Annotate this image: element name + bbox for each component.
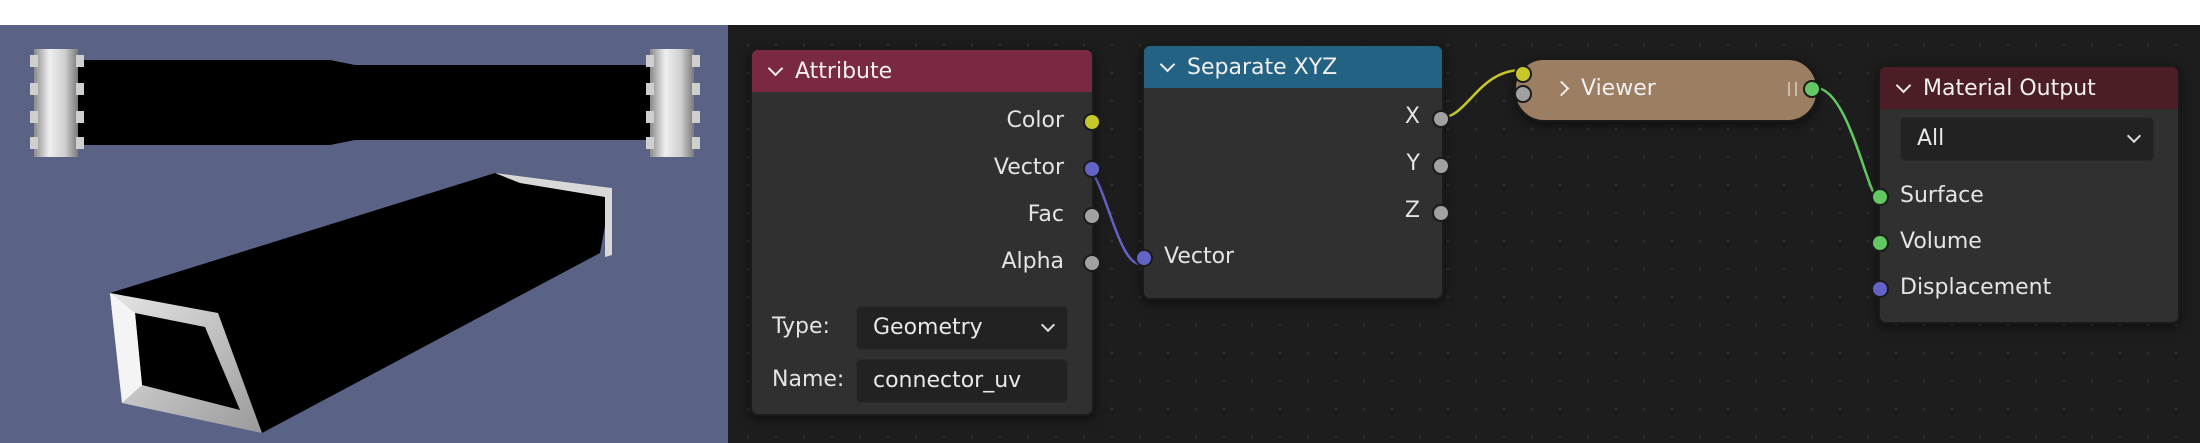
chevron-down-icon[interactable] — [1159, 56, 1176, 72]
type-dropdown[interactable]: Geometry — [856, 306, 1068, 350]
viewer-node[interactable]: Viewer — [1514, 58, 1821, 122]
input-label-volume: Volume — [1900, 229, 1982, 254]
input-label-vector: Vector — [1164, 244, 1235, 269]
chevron-down-icon — [1040, 317, 1056, 333]
chevron-right-icon[interactable] — [1553, 80, 1570, 96]
socket-x-output[interactable] — [1432, 110, 1450, 128]
viewer-node-title: Viewer — [1581, 75, 1656, 101]
output-label-x: X — [1404, 104, 1420, 129]
type-dropdown-value: Geometry — [873, 315, 983, 340]
name-input-value: connector_uv — [873, 368, 1022, 393]
grip-handle-icon — [1788, 82, 1797, 96]
type-label: Type: — [772, 314, 830, 339]
upper-beam-mesh — [30, 49, 700, 157]
socket-alpha-output[interactable] — [1083, 254, 1101, 272]
socket-vector-input[interactable] — [1135, 249, 1153, 267]
material-output-node-title: Material Output — [1923, 75, 2096, 101]
material-output-node-header[interactable]: Material Output — [1880, 67, 2178, 109]
link-x — [1439, 68, 1523, 120]
socket-viewer-output[interactable] — [1803, 80, 1821, 98]
separate-xyz-node-title: Separate XYZ — [1187, 54, 1338, 80]
socket-z-output[interactable] — [1432, 204, 1450, 222]
target-dropdown-value: All — [1917, 126, 1945, 151]
socket-viewer-value-input[interactable] — [1514, 65, 1532, 83]
chevron-down-icon[interactable] — [1895, 77, 1912, 93]
link-viewer-surface — [1815, 86, 1878, 197]
viewer-node-header[interactable]: Viewer — [1516, 60, 1816, 116]
output-label-vector: Vector — [993, 155, 1064, 180]
3d-viewport[interactable] — [0, 25, 728, 443]
name-label: Name: — [772, 367, 845, 392]
output-label-alpha: Alpha — [1001, 249, 1064, 274]
chevron-down-icon — [2126, 128, 2142, 144]
output-label-color: Color — [1006, 108, 1064, 133]
output-label-fac: Fac — [1027, 202, 1064, 227]
socket-surface-input[interactable] — [1871, 188, 1889, 206]
input-label-displacement: Displacement — [1900, 275, 2052, 300]
material-output-node[interactable]: Material Output All Surface Volume Displ… — [1871, 65, 2180, 324]
socket-vector-output[interactable] — [1083, 160, 1101, 178]
attribute-node-title: Attribute — [795, 58, 893, 84]
socket-fac-output[interactable] — [1083, 207, 1101, 225]
socket-y-output[interactable] — [1432, 157, 1450, 175]
socket-displacement-input[interactable] — [1871, 280, 1889, 298]
socket-volume-input[interactable] — [1871, 234, 1889, 252]
separate-xyz-node[interactable]: Separate XYZ X Y Z Vector — [1135, 44, 1450, 300]
lower-box-mesh — [110, 173, 612, 433]
output-label-z: Z — [1404, 198, 1420, 223]
input-label-surface: Surface — [1900, 183, 1984, 208]
attribute-node[interactable]: Attribute Color Vector Fac Alpha Type: G… — [750, 48, 1101, 416]
target-dropdown[interactable]: All — [1900, 117, 2154, 161]
attribute-node-header[interactable]: Attribute — [752, 50, 1092, 92]
top-strip — [0, 0, 2200, 25]
viewport-render — [30, 49, 700, 433]
separate-xyz-node-header[interactable]: Separate XYZ — [1144, 46, 1442, 88]
name-input[interactable]: connector_uv — [856, 359, 1068, 403]
output-label-y: Y — [1406, 151, 1420, 176]
socket-viewer-input[interactable] — [1514, 85, 1532, 103]
chevron-down-icon[interactable] — [767, 60, 784, 76]
socket-color-output[interactable] — [1083, 113, 1101, 131]
shader-node-editor[interactable]: Attribute Color Vector Fac Alpha Type: G… — [728, 25, 2200, 443]
